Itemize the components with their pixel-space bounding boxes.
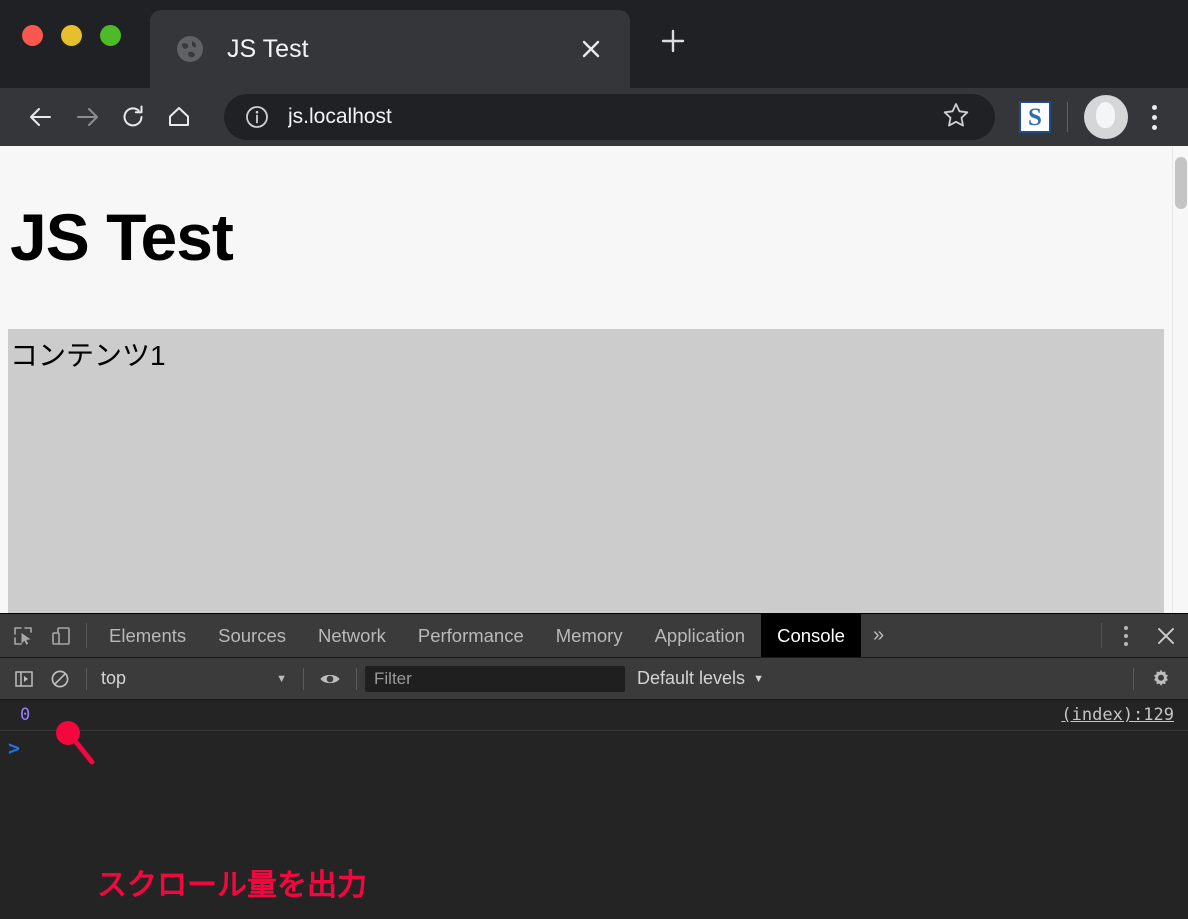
live-expression-icon[interactable] xyxy=(312,661,348,697)
tab-label: Sources xyxy=(218,624,286,646)
tab-elements[interactable]: Elements xyxy=(93,614,202,657)
execution-context-select[interactable]: top ▼ xyxy=(95,668,295,689)
annotation-line-1: スクロール量を出力 xyxy=(97,869,367,902)
execution-context-value: top xyxy=(101,668,127,688)
three-dot-menu-icon[interactable] xyxy=(1134,95,1174,139)
toolbar-divider xyxy=(1067,102,1068,132)
tab-network[interactable]: Network xyxy=(302,614,402,657)
avatar[interactable] xyxy=(1084,95,1128,139)
forward-arrow-icon[interactable] xyxy=(64,94,110,140)
more-tabs-icon[interactable]: » xyxy=(861,614,896,657)
filter-input[interactable]: Filter xyxy=(365,665,625,692)
log-levels-select[interactable]: Default levels ▼ xyxy=(637,668,764,689)
annotation-text: スクロール量を出力 アクセス時はページ最上部なので「0」 xyxy=(97,762,622,919)
reload-icon[interactable] xyxy=(110,94,156,140)
more-options-icon[interactable] xyxy=(1108,614,1144,657)
console-filter-bar: top ▼ Filter Default levels ▼ xyxy=(0,658,1188,700)
browser-tab[interactable]: JS Test xyxy=(150,10,630,88)
console-message-row[interactable]: 0 (index):129 xyxy=(0,700,1188,731)
console-sidebar-icon[interactable] xyxy=(6,661,42,697)
console-message-value: 0 xyxy=(20,705,31,725)
star-icon[interactable] xyxy=(941,100,975,134)
browser-window: JS Test js.localhost S JS Test コンテンツ1 El… xyxy=(0,0,1188,919)
devtools-tabbar: Elements Sources Network Performance Mem… xyxy=(0,614,1188,658)
chevron-down-icon: ▼ xyxy=(276,672,287,685)
page-title: JS Test xyxy=(10,200,234,274)
content-section: コンテンツ1 xyxy=(8,329,1164,613)
tab-memory[interactable]: Memory xyxy=(540,614,639,657)
page-content: JS Test コンテンツ1 xyxy=(0,146,1172,613)
tab-title: JS Test xyxy=(227,34,309,63)
tab-application[interactable]: Application xyxy=(639,614,762,657)
clear-console-icon[interactable] xyxy=(42,661,78,697)
browser-toolbar: js.localhost S xyxy=(0,88,1188,146)
minimize-window-button[interactable] xyxy=(61,25,82,46)
s-extension-icon[interactable]: S xyxy=(1019,101,1051,133)
window-traffic-lights xyxy=(22,25,121,46)
console-message-source-link[interactable]: (index):129 xyxy=(1061,705,1174,725)
back-arrow-icon[interactable] xyxy=(18,94,64,140)
filter-bar-divider-2 xyxy=(303,667,304,690)
address-bar-url[interactable]: js.localhost xyxy=(288,105,941,129)
console-prompt-row[interactable]: > xyxy=(0,731,1188,765)
devtools-tabbar-divider xyxy=(86,623,87,648)
tab-label: Console xyxy=(777,624,845,646)
filter-bar-divider-3 xyxy=(356,667,357,690)
tab-label: Performance xyxy=(417,624,524,646)
close-tab-icon[interactable] xyxy=(574,32,608,66)
close-devtools-icon[interactable] xyxy=(1144,614,1188,657)
extension-letter: S xyxy=(1028,103,1042,131)
tab-label: Memory xyxy=(555,624,623,646)
tab-label: Network xyxy=(318,624,386,646)
filter-bar-divider-4 xyxy=(1133,667,1134,690)
tab-performance[interactable]: Performance xyxy=(402,614,540,657)
new-tab-button[interactable] xyxy=(650,18,696,64)
tab-console[interactable]: Console xyxy=(761,614,861,657)
gear-icon[interactable] xyxy=(1142,668,1180,690)
tab-label: Application xyxy=(654,624,746,646)
page-scrollbar[interactable] xyxy=(1172,146,1188,613)
maximize-window-button[interactable] xyxy=(100,25,121,46)
inspect-element-icon[interactable] xyxy=(4,614,42,657)
console-prompt-caret: > xyxy=(8,736,21,760)
page-viewport: JS Test コンテンツ1 xyxy=(0,146,1188,613)
log-levels-value: Default levels xyxy=(637,668,746,688)
content-text: コンテンツ1 xyxy=(10,340,166,371)
devtools-tabbar-divider-right xyxy=(1101,623,1102,648)
globe-icon xyxy=(176,35,204,63)
home-icon[interactable] xyxy=(156,94,202,140)
tab-label: Elements xyxy=(109,624,187,646)
page-scrollbar-thumb[interactable] xyxy=(1175,157,1187,209)
devtools-tabbar-spacer xyxy=(896,614,1095,657)
device-toolbar-icon[interactable] xyxy=(42,614,80,657)
address-bar[interactable]: js.localhost xyxy=(224,94,995,140)
tab-sources[interactable]: Sources xyxy=(202,614,302,657)
filter-bar-divider-1 xyxy=(86,667,87,690)
tab-strip: JS Test xyxy=(0,0,1188,88)
info-circle-icon[interactable] xyxy=(244,104,270,130)
close-window-button[interactable] xyxy=(22,25,43,46)
chevron-down-icon: ▼ xyxy=(753,672,764,685)
